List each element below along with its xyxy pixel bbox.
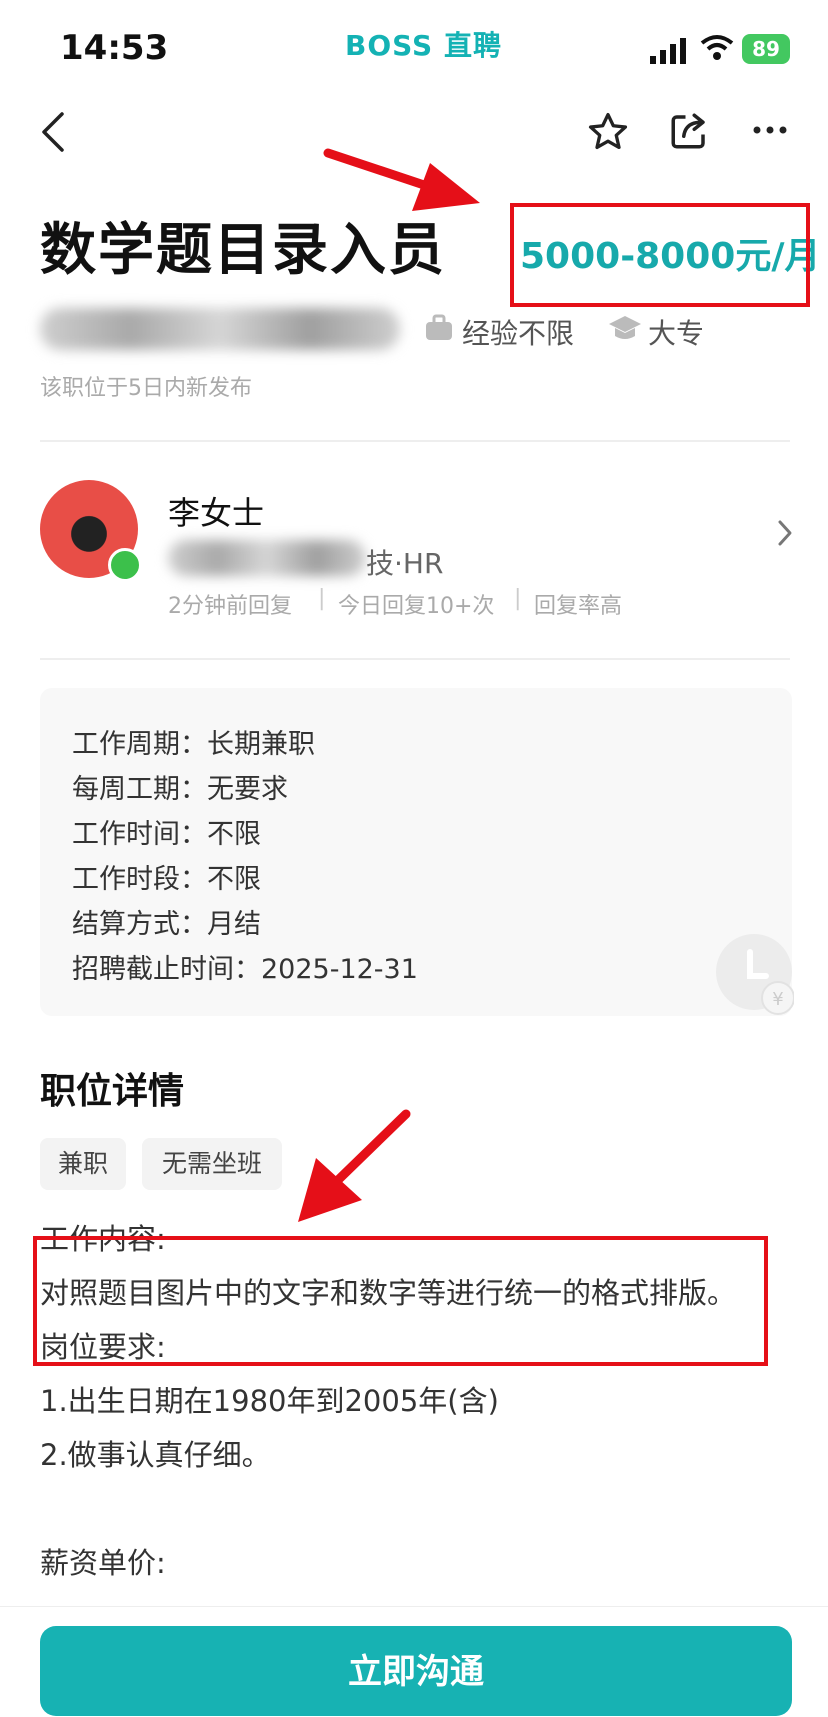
more-icon[interactable] (752, 124, 788, 136)
chat-now-button[interactable]: 立即沟通 (40, 1626, 792, 1716)
star-icon[interactable] (586, 110, 630, 154)
description-line: 1.出生日期在1980年到2005年(含) (40, 1384, 499, 1418)
company-name-blurred (168, 540, 366, 576)
info-value: 长期兼职 (207, 729, 315, 760)
wifi-icon (700, 35, 734, 60)
separator: | (318, 586, 326, 611)
info-value: 不限 (207, 819, 261, 850)
company-name-blurred (40, 308, 400, 350)
recruiter-card[interactable]: 李女士 技·HR 2分钟前回复 | 今日回复10+次 | 回复率高 (0, 470, 828, 620)
recruiter-company-role: 技·HR (366, 547, 444, 580)
clock-yen-icon: ¥ (716, 934, 794, 1015)
description-line: 2.做事认真仔细。 (40, 1438, 271, 1472)
section-title-job-details: 职位详情 (40, 1071, 185, 1112)
info-work-slot: 工作时段：不限 (72, 857, 261, 896)
reply-count: 今日回复10+次 (338, 594, 495, 619)
info-label: 结算方式： (72, 909, 207, 940)
divider (0, 1606, 828, 1607)
info-label: 工作时间： (72, 819, 207, 850)
info-label: 招聘截止时间： (72, 954, 261, 985)
posted-notice: 该职位于5日内新发布 (40, 376, 252, 401)
info-value: 不限 (207, 864, 261, 895)
annotation-box-description (33, 1236, 768, 1366)
info-deadline: 招聘截止时间：2025-12-31 (72, 947, 418, 986)
separator: | (514, 586, 522, 611)
signal-icon (650, 38, 686, 64)
info-settlement: 结算方式：月结 (72, 902, 261, 941)
education-requirement: 大专 (648, 317, 705, 350)
reply-rate: 回复率高 (534, 594, 623, 619)
annotation-arrow-icon (323, 148, 480, 211)
annotation-arrow-icon (298, 1109, 411, 1222)
divider (40, 658, 790, 660)
tag-remote: 无需坐班 (142, 1138, 282, 1190)
online-status-dot (108, 548, 142, 582)
graduation-cap-icon (609, 316, 641, 339)
info-label: 每周工期： (72, 774, 207, 805)
description-line: 薪资单价: (40, 1546, 166, 1580)
experience-requirement: 经验不限 (462, 317, 575, 350)
share-icon[interactable] (668, 110, 710, 152)
recruiter-name: 李女士 (168, 494, 265, 532)
info-weekly-days: 每周工期：无要求 (72, 767, 288, 806)
info-value: 月结 (207, 909, 261, 940)
info-work-period: 工作周期：长期兼职 (72, 722, 315, 761)
divider (40, 440, 790, 442)
annotation-box-salary (510, 203, 810, 307)
reply-time: 2分钟前回复 (168, 594, 292, 619)
app-brand: BOSS 直聘 (345, 29, 502, 62)
back-icon[interactable] (38, 110, 68, 154)
info-work-time: 工作时间：不限 (72, 812, 261, 851)
status-time: 14:53 (60, 28, 169, 68)
info-value: 无要求 (207, 774, 288, 805)
tag-part-time: 兼职 (40, 1138, 126, 1190)
info-label: 工作时段： (72, 864, 207, 895)
chevron-right-icon (778, 520, 792, 546)
battery-indicator: 89 (742, 34, 790, 64)
job-title: 数学题目录入员 (40, 218, 446, 283)
info-value: 2025-12-31 (261, 954, 418, 985)
info-label: 工作周期： (72, 729, 207, 760)
briefcase-icon (426, 314, 452, 340)
svg-text:¥: ¥ (772, 989, 783, 1010)
